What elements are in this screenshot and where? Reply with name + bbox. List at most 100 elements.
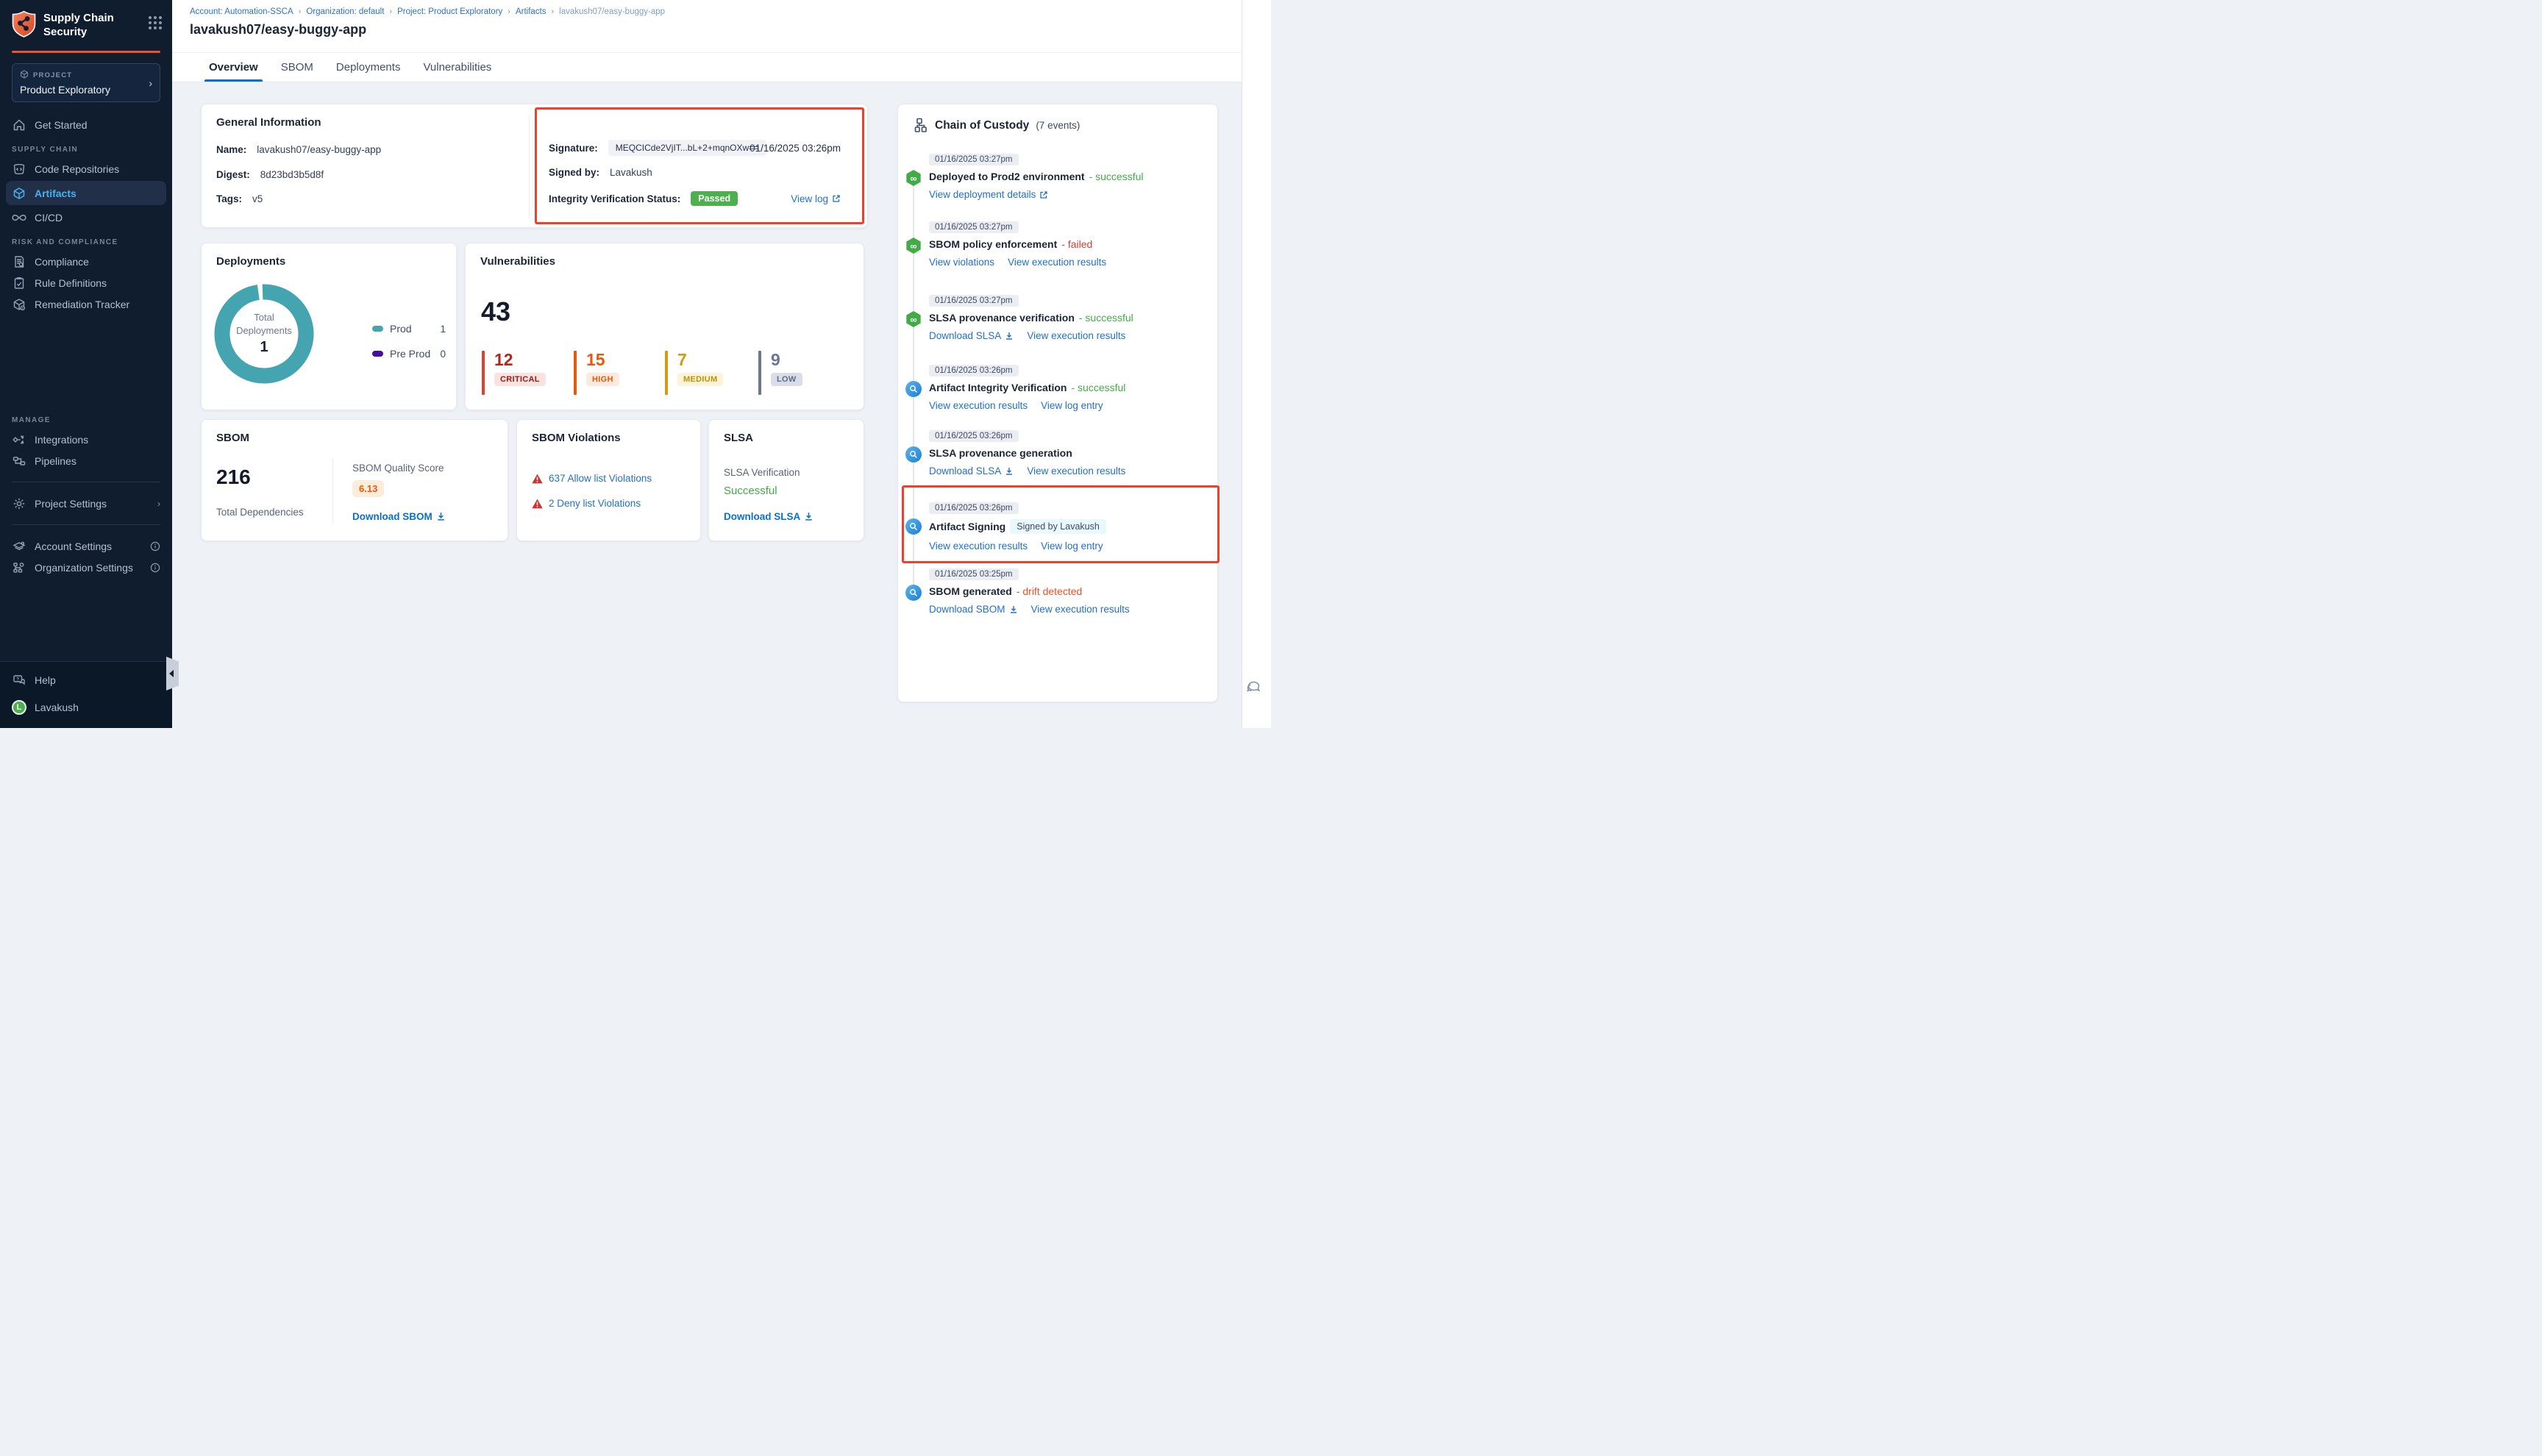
sidebar-item-remediation-tracker[interactable]: Remediation Tracker xyxy=(0,293,172,315)
scan-magnifier-icon xyxy=(905,381,922,397)
deny-list-violations-link[interactable]: 2 Deny list Violations xyxy=(549,498,641,509)
signed-by-label: Signed by: xyxy=(549,167,599,178)
coc-event-artifact-integrity: 01/16/2025 03:26pm Artifact Integrity Ve… xyxy=(929,363,1208,411)
pipelines-icon xyxy=(12,454,26,468)
tab-sbom[interactable]: SBOM xyxy=(280,53,315,82)
event-timestamp: 01/16/2025 03:26pm xyxy=(929,430,1019,442)
app-grid-icon[interactable] xyxy=(149,16,162,29)
high-count: 15 xyxy=(586,351,619,369)
event-status: - successful xyxy=(1071,382,1125,393)
vulnerabilities-total: 43 xyxy=(481,296,510,327)
deployments-donut-chart: Total Deployments 1 xyxy=(209,279,319,389)
signature-label: Signature: xyxy=(549,143,598,154)
view-execution-results-link[interactable]: View execution results xyxy=(1027,330,1125,341)
app-title: Supply Chain Security xyxy=(43,10,124,40)
sidebar-user[interactable]: L Lavakush xyxy=(0,696,172,718)
severity-critical: 12 CRITICAL xyxy=(482,351,546,395)
project-selector-name: Product Exploratory xyxy=(20,84,152,96)
info-icon xyxy=(150,563,160,573)
coc-event-artifact-signing: 01/16/2025 03:26pm Artifact Signing Sign… xyxy=(929,501,1208,552)
view-execution-results-link[interactable]: View execution results xyxy=(929,540,1028,552)
breadcrumb-account[interactable]: Account: Automation-SSCA xyxy=(190,7,293,16)
breadcrumb-artifacts[interactable]: Artifacts xyxy=(516,7,547,16)
download-slsa-link[interactable]: Download SLSA xyxy=(929,465,1014,477)
info-icon xyxy=(150,541,160,552)
download-slsa-link[interactable]: Download SLSA xyxy=(724,511,813,522)
breadcrumb-project[interactable]: Project: Product Exploratory xyxy=(397,7,502,16)
sidebar-item-artifacts[interactable]: Artifacts xyxy=(6,181,166,205)
coc-event-sbom-generated: 01/16/2025 03:25pm SBOM generated - drif… xyxy=(929,567,1208,615)
tab-vulnerabilities[interactable]: Vulnerabilities xyxy=(421,53,493,82)
sidebar: Supply Chain Security PROJECT Product Ex… xyxy=(0,0,172,728)
coc-event-deployed-prod2: ∞ 01/16/2025 03:27pm Deployed to Prod2 e… xyxy=(929,152,1208,200)
low-count: 9 xyxy=(771,351,802,369)
tab-deployments[interactable]: Deployments xyxy=(335,53,402,82)
view-execution-results-link[interactable]: View execution results xyxy=(1031,604,1130,615)
right-rail xyxy=(1242,0,1271,728)
severity-high: 15 HIGH xyxy=(574,351,619,395)
card-column-divider xyxy=(529,115,530,218)
sidebar-item-organization-settings[interactable]: Organization Settings xyxy=(0,557,172,578)
name-label: Name: xyxy=(216,144,246,155)
project-selector[interactable]: PROJECT Product Exploratory › xyxy=(12,63,160,102)
download-icon xyxy=(1009,605,1018,614)
coc-event-slsa-generation: 01/16/2025 03:26pm SLSA provenance gener… xyxy=(929,429,1208,477)
sidebar-item-project-settings[interactable]: Project Settings › xyxy=(0,493,172,514)
slsa-title: SLSA xyxy=(724,432,753,444)
view-log-entry-link[interactable]: View log entry xyxy=(1041,400,1103,411)
sbom-total-label: Total Dependencies xyxy=(216,507,304,518)
brand-divider xyxy=(12,51,160,53)
section-supply-chain: SUPPLY CHAIN xyxy=(0,146,172,154)
sidebar-collapse-handle[interactable] xyxy=(166,657,179,690)
collapse-arrow-icon xyxy=(169,670,174,677)
medium-badge: MEDIUM xyxy=(677,373,723,386)
sbom-card: SBOM 216 Total Dependencies SBOM Quality… xyxy=(201,419,508,541)
sidebar-item-account-settings[interactable]: Account Settings xyxy=(0,535,172,557)
breadcrumb-organization[interactable]: Organization: default xyxy=(306,7,384,16)
sbom-quality-score-badge: 6.13 xyxy=(352,480,384,497)
event-timestamp: 01/16/2025 03:26pm xyxy=(929,365,1019,377)
layers-gear-icon xyxy=(12,539,26,554)
sbom-violations-card: SBOM Violations 637 Allow list Violation… xyxy=(516,419,701,541)
event-timestamp: 01/16/2025 03:27pm xyxy=(929,221,1019,233)
view-execution-results-link[interactable]: View execution results xyxy=(1027,465,1125,477)
sidebar-item-help[interactable]: ? Help xyxy=(0,669,172,690)
help-chat-icon: ? xyxy=(12,673,26,688)
warning-triangle-icon xyxy=(532,474,543,484)
allow-list-violations-link[interactable]: 637 Allow list Violations xyxy=(549,473,652,484)
integrity-status-label: Integrity Verification Status: xyxy=(549,193,680,204)
sidebar-item-compliance[interactable]: Compliance xyxy=(0,251,172,272)
view-log-entry-link[interactable]: View log entry xyxy=(1041,540,1103,552)
integrations-share-icon xyxy=(12,432,26,447)
sbom-violations-title: SBOM Violations xyxy=(532,432,621,444)
download-slsa-link[interactable]: Download SLSA xyxy=(929,330,1014,341)
breadcrumb-current[interactable]: lavakush07/easy-buggy-app xyxy=(559,7,665,16)
view-deployment-details-link[interactable]: View deployment details xyxy=(929,189,1048,200)
sidebar-item-rule-definitions[interactable]: Rule Definitions xyxy=(0,272,172,293)
project-selector-label: PROJECT xyxy=(33,71,72,79)
sidebar-footer: ? Help L Lavakush xyxy=(0,661,172,728)
section-risk-compliance: RISK AND COMPLIANCE xyxy=(0,238,172,246)
sidebar-item-cicd[interactable]: CI/CD xyxy=(0,207,172,228)
slsa-card: SLSA SLSA Verification Successful Downlo… xyxy=(708,419,864,541)
event-timestamp: 01/16/2025 03:26pm xyxy=(929,502,1019,514)
general-information-title: General Information xyxy=(216,116,321,129)
sidebar-item-code-repositories[interactable]: Code Repositories xyxy=(0,158,172,179)
donut-center-total: 1 xyxy=(260,339,268,356)
event-status: - successful xyxy=(1079,312,1133,324)
compliance-doc-icon xyxy=(12,254,26,269)
chain-of-custody-count: (7 events) xyxy=(1036,120,1080,131)
sidebar-item-get-started[interactable]: Get Started xyxy=(0,114,172,135)
view-log-link[interactable]: View log xyxy=(791,193,841,204)
download-sbom-link[interactable]: Download SBOM xyxy=(352,511,446,522)
sidebar-item-pipelines[interactable]: Pipelines xyxy=(0,450,172,471)
download-sbom-link[interactable]: Download SBOM xyxy=(929,604,1018,615)
integrity-status-badge: Passed xyxy=(691,191,738,206)
sidebar-item-integrations[interactable]: Integrations xyxy=(0,429,172,450)
chat-support-icon[interactable] xyxy=(1246,679,1265,700)
view-execution-results-link[interactable]: View execution results xyxy=(929,400,1028,411)
view-execution-results-link[interactable]: View execution results xyxy=(1008,257,1106,268)
view-violations-link[interactable]: View violations xyxy=(929,257,994,268)
donut-center-label2: Deployments xyxy=(236,325,292,337)
tab-overview[interactable]: Overview xyxy=(207,53,260,82)
